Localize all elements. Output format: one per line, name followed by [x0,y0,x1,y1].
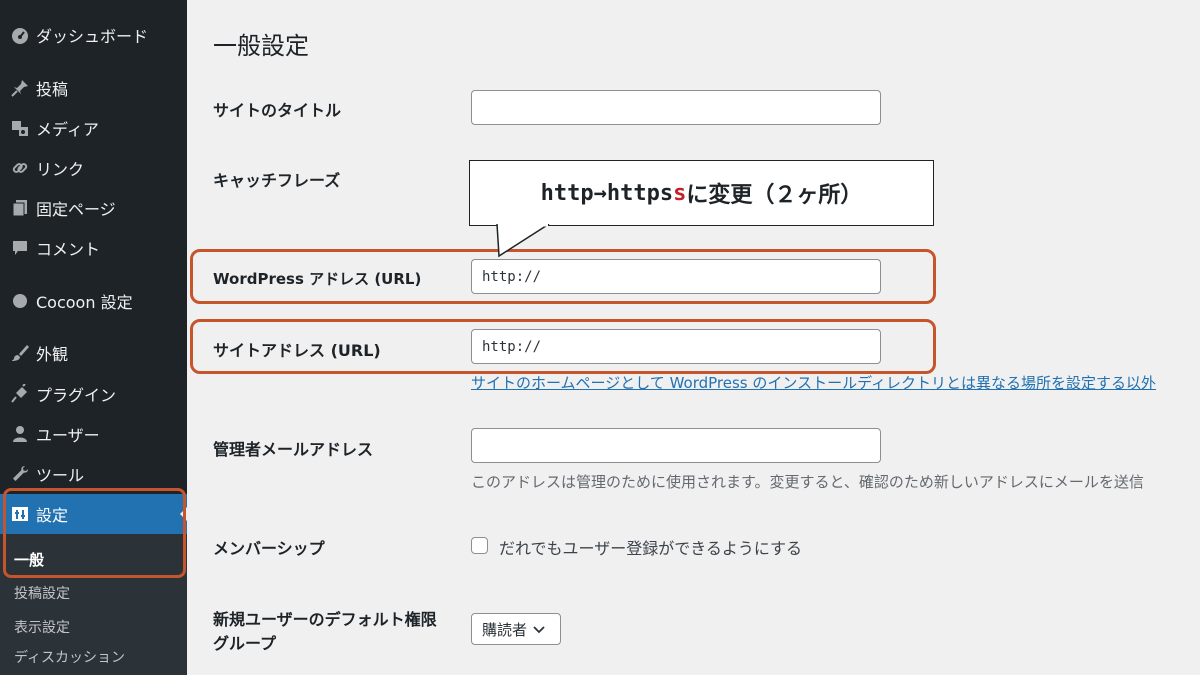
wp-address-input[interactable]: http:// [471,259,881,294]
dashboard-icon [0,25,36,45]
menu-posts[interactable]: 投稿 [0,68,187,108]
menu-settings[interactable]: 設定 [0,494,187,534]
callout-tail [496,224,550,258]
admin-email-input[interactable] [471,428,881,463]
menu-label: コメント [36,240,101,259]
callout-suffix: に変更（２ヶ所） [686,183,863,208]
default-role-label-line2: グループ [213,634,277,653]
submenu-general[interactable]: 一般 [14,549,44,570]
menu-label: 投稿 [36,80,69,99]
menu-tools[interactable]: ツール [0,454,187,494]
menu-users[interactable]: ユーザー [0,414,187,454]
menu-media[interactable]: メディア [0,108,187,148]
membership-checkbox[interactable] [471,537,488,554]
menu-label: 設定 [36,506,69,525]
settings-submenu: 一般 投稿設定 表示設定 ディスカッション [0,534,187,675]
menu-label: メディア [36,120,99,139]
site-address-input[interactable]: http:// [471,329,881,364]
menu-label: 固定ページ [36,200,116,219]
plugin-icon [0,384,36,404]
site-address-help-link[interactable]: サイトのホームページとして WordPress のインストールディレクトリとは異… [471,372,1156,393]
menu-label: ツール [36,466,85,485]
page-icon [0,198,36,218]
user-icon [0,424,36,444]
menu-comments[interactable]: コメント [0,228,187,268]
submenu-reading[interactable]: 表示設定 [14,617,70,637]
wp-address-label: WordPress アドレス (URL) [213,268,421,289]
menu-pages[interactable]: 固定ページ [0,188,187,228]
comment-icon [0,238,36,258]
wp-address-label-text: WordPress アドレス (URL) [213,270,422,288]
site-title-input[interactable] [471,90,881,125]
default-role-value: 購読者 [482,620,528,639]
callout-accent: s [673,180,687,206]
page-title: 一般設定 [213,32,309,60]
chevron-down-icon [533,620,545,638]
brush-icon [0,343,36,363]
wrench-icon [0,464,36,484]
pin-icon [0,78,36,98]
menu-label: Cocoon 設定 [36,293,133,312]
admin-email-label: 管理者メールアドレス [213,440,374,459]
site-title-label: サイトのタイトル [213,101,342,120]
settings-icon [0,504,36,524]
default-role-select[interactable]: 購読者 [471,613,561,645]
tagline-label: キャッチフレーズ [213,171,341,190]
membership-checkbox-label[interactable]: だれでもユーザー登録ができるようにする [499,535,802,559]
annotation-callout: http→https s に変更（２ヶ所） [469,160,934,226]
membership-label: メンバーシップ [213,539,325,558]
circle-icon [0,291,36,311]
menu-label: 外観 [36,345,69,364]
submenu-discussion[interactable]: ディスカッション [14,647,125,667]
menu-label: ユーザー [36,426,100,445]
menu-cocoon[interactable]: Cocoon 設定 [0,281,187,321]
site-address-label: サイトアドレス (URL) [213,341,381,360]
default-role-label-line1: 新規ユーザーのデフォルト権限 [213,610,437,629]
menu-links[interactable]: リンク [0,148,187,188]
main-content: 一般設定 サイトのタイトル キャッチフレーズ WordPress アドレス (U… [187,0,1200,675]
media-icon [0,118,36,138]
menu-dashboard[interactable]: ダッシュボード [0,15,187,55]
menu-label: ダッシュボード [36,27,149,46]
callout-prefix: http→https [540,180,674,206]
menu-label: プラグイン [36,386,117,405]
admin-sidebar: ダッシュボード 投稿 メディア リンク 固定ページ コメント Cocoon 設定… [0,0,187,675]
submenu-writing[interactable]: 投稿設定 [14,583,70,603]
menu-label: リンク [36,160,85,179]
admin-email-description: このアドレスは管理のために使用されます。変更すると、確認のため新しいアドレスにメ… [471,473,1144,491]
menu-appearance[interactable]: 外観 [0,333,187,373]
menu-plugins[interactable]: プラグイン [0,374,187,414]
link-icon [0,158,36,178]
